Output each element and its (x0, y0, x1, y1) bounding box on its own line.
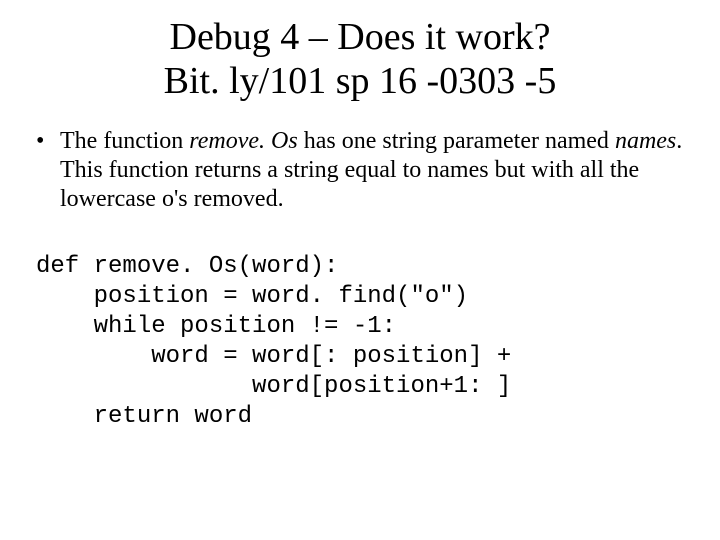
code-line-4: word = word[: position] + (36, 343, 511, 370)
code-line-3: while position != -1: (36, 313, 396, 340)
bullet-list: The function remove. Os has one string p… (36, 127, 684, 213)
bullet-em-1: remove. Os (189, 128, 297, 154)
code-line-1: def remove. Os(word): (36, 253, 338, 280)
title-line-1: Debug 4 – Does it work? (170, 16, 551, 58)
code-line-5: word[position+1: ] (36, 373, 511, 400)
code-line-6: return word (36, 403, 252, 430)
code-block: def remove. Os(word): position = word. f… (36, 252, 684, 432)
slide-title: Debug 4 – Does it work? Bit. ly/101 sp 1… (36, 16, 684, 103)
title-line-2: Bit. ly/101 sp 16 -0303 -5 (164, 60, 557, 102)
code-line-2: position = word. find("o") (36, 283, 468, 310)
bullet-em-2: names (615, 128, 676, 154)
slide: Debug 4 – Does it work? Bit. ly/101 sp 1… (0, 0, 720, 540)
bullet-text-2: has one string parameter named (298, 128, 615, 154)
bullet-text-1: The function (60, 128, 189, 154)
bullet-item: The function remove. Os has one string p… (36, 127, 684, 213)
slide-body: The function remove. Os has one string p… (36, 127, 684, 431)
